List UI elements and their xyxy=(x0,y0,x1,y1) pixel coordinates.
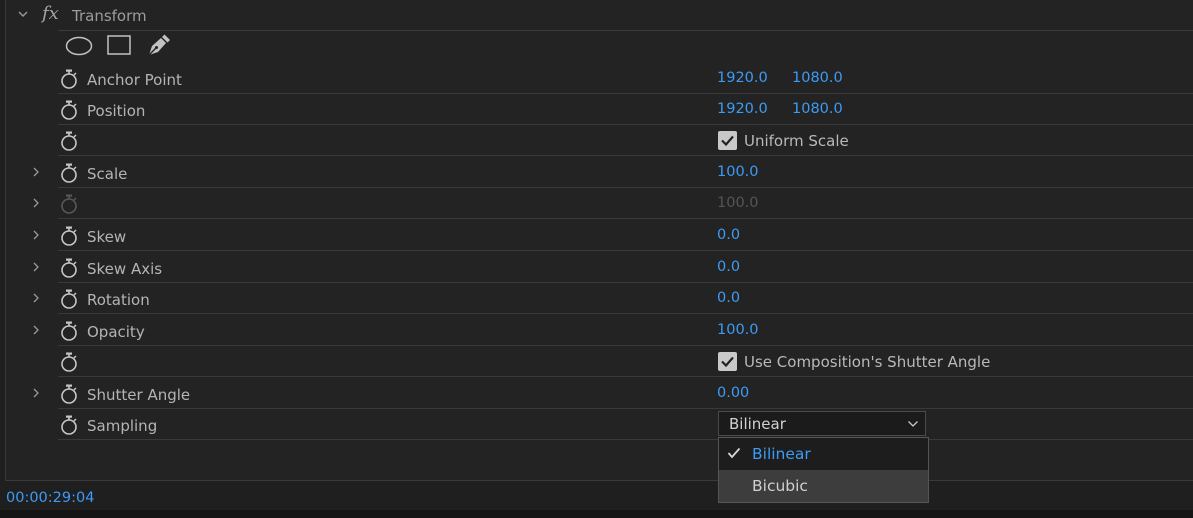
menu-item-bicubic[interactable]: Bicubic xyxy=(719,470,928,502)
row-divider xyxy=(58,155,1193,156)
property-row-opacity: Opacity 100.0 xyxy=(0,315,1193,346)
stopwatch-icon[interactable] xyxy=(59,289,79,309)
chevron-right-icon[interactable] xyxy=(30,324,42,336)
mask-tools xyxy=(60,32,200,60)
property-label: Scale xyxy=(87,165,128,183)
menu-item-label: Bicubic xyxy=(752,477,808,495)
property-row-shutter-angle: Shutter Angle 0.00 xyxy=(0,378,1193,409)
stopwatch-icon[interactable] xyxy=(59,69,79,89)
dropdown-value: Bilinear xyxy=(729,415,786,433)
property-row-skew: Skew 0.0 xyxy=(0,220,1193,251)
checkbox-label: Use Composition's Shutter Angle xyxy=(744,353,991,371)
row-divider xyxy=(58,250,1193,251)
property-label: Anchor Point xyxy=(87,71,182,89)
chevron-right-icon[interactable] xyxy=(30,387,42,399)
property-row-position: Position 1920.0 1080.0 xyxy=(0,94,1193,125)
checkbox-label: Uniform Scale xyxy=(744,132,849,150)
property-row-use-comp-shutter: Use Composition's Shutter Angle xyxy=(0,346,1193,377)
timecode[interactable]: 00:00:29:04 xyxy=(6,490,94,506)
row-divider xyxy=(58,376,1193,377)
stopwatch-icon[interactable] xyxy=(59,226,79,246)
chevron-down-icon xyxy=(908,421,918,427)
effect-header: fx Transform xyxy=(6,0,1193,31)
property-row-scale: Scale 100.0 xyxy=(0,157,1193,188)
divider xyxy=(58,30,1193,31)
property-label: Skew Axis xyxy=(87,260,163,278)
property-label: Position xyxy=(87,102,146,120)
value-y[interactable]: 1080.0 xyxy=(792,70,843,86)
property-label: Skew xyxy=(87,228,127,246)
ellipse-mask-icon[interactable] xyxy=(65,36,93,56)
rectangle-mask-icon[interactable] xyxy=(107,35,131,56)
property-row-anchor-point: Anchor Point 1920.0 1080.0 xyxy=(0,63,1193,94)
stopwatch-icon[interactable] xyxy=(59,384,79,404)
value[interactable]: 0.0 xyxy=(717,290,740,306)
value-disabled: 100.0 xyxy=(717,195,759,211)
property-row-scale-width: 100.0 xyxy=(0,188,1193,219)
sampling-dropdown[interactable]: Bilinear xyxy=(718,411,926,436)
value[interactable]: 0.0 xyxy=(717,227,740,243)
stopwatch-icon[interactable] xyxy=(59,258,79,278)
property-label: Rotation xyxy=(87,291,150,309)
checkbox-checked-icon[interactable] xyxy=(718,131,737,150)
pen-mask-icon[interactable] xyxy=(146,33,172,57)
chevron-right-icon[interactable] xyxy=(30,229,42,241)
stopwatch-icon[interactable] xyxy=(59,131,79,151)
row-divider xyxy=(58,218,1193,219)
property-label: Sampling xyxy=(87,417,158,435)
property-row-rotation: Rotation 0.0 xyxy=(0,283,1193,314)
stopwatch-icon[interactable] xyxy=(59,415,79,435)
value-x[interactable]: 1920.0 xyxy=(717,101,768,117)
property-row-uniform-scale: Uniform Scale xyxy=(0,125,1193,156)
menu-item-bilinear[interactable]: Bilinear xyxy=(719,438,928,470)
panel-footer xyxy=(0,510,1193,518)
fx-icon[interactable]: fx xyxy=(42,3,59,24)
checkbox-checked-icon[interactable] xyxy=(718,352,737,371)
stopwatch-icon[interactable] xyxy=(59,321,79,341)
value[interactable]: 100.0 xyxy=(717,322,759,338)
chevron-right-icon[interactable] xyxy=(30,166,42,178)
chevron-right-icon[interactable] xyxy=(30,292,42,304)
value-y[interactable]: 1080.0 xyxy=(792,101,843,117)
value[interactable]: 0.00 xyxy=(717,385,749,401)
property-label: Opacity xyxy=(87,323,145,341)
property-row-skew-axis: Skew Axis 0.0 xyxy=(0,252,1193,283)
panel-border xyxy=(5,480,1193,481)
effect-title: Transform xyxy=(72,7,147,25)
chevron-down-icon[interactable] xyxy=(15,6,31,22)
property-row-sampling: Sampling xyxy=(0,409,1193,440)
stopwatch-icon[interactable] xyxy=(59,163,79,183)
checkmark-icon xyxy=(727,447,741,459)
stopwatch-icon[interactable] xyxy=(59,352,79,372)
menu-item-label: Bilinear xyxy=(752,445,811,463)
row-divider xyxy=(58,439,1193,440)
chevron-right-icon[interactable] xyxy=(30,261,42,273)
value[interactable]: 0.0 xyxy=(717,259,740,275)
chevron-right-icon[interactable] xyxy=(30,197,42,209)
row-divider xyxy=(58,313,1193,314)
value[interactable]: 100.0 xyxy=(717,164,759,180)
property-label: Shutter Angle xyxy=(87,386,191,404)
value-x[interactable]: 1920.0 xyxy=(717,70,768,86)
stopwatch-icon xyxy=(61,194,77,214)
sampling-menu: Bilinear Bicubic xyxy=(718,437,929,503)
stopwatch-icon[interactable] xyxy=(59,100,79,120)
